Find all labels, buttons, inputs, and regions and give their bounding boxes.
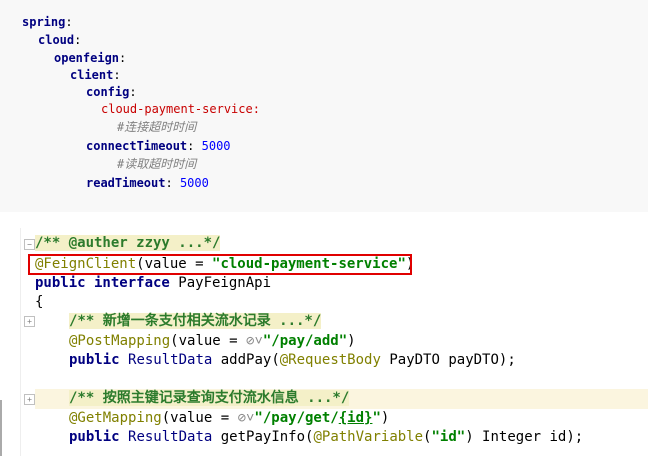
path-variable: {id} [338,410,373,426]
code-line: @PostMapping(value = ⊘˅"/pay/add") [69,332,356,352]
yaml-key: openfeign [54,51,120,65]
yaml-key: readTimeout [86,176,166,190]
yaml-sep: : [74,33,82,47]
string-literal: "id" [431,429,466,445]
yaml-key: config [86,85,130,99]
class-name: PayFeignApi [169,275,272,291]
doc-comment[interactable]: /** @auther zzyy ...*/ [35,235,221,251]
yaml-sep: : [165,176,173,190]
keyword: public [69,352,120,368]
code-text: (value = [161,410,238,426]
code-text: getPayInfo( [212,429,314,445]
code-text: PayDTO payDTO); [380,352,516,368]
window-edge [0,400,2,456]
yaml-key: connectTimeout [86,139,188,153]
doc-comment[interactable]: /** 新增一条支付相关流水记录 ...*/ [69,313,322,329]
annotation: @RequestBody [279,352,381,368]
fold-toggle-icon[interactable]: + [24,394,35,405]
keyword: public [69,429,120,445]
yaml-config-block: spring: cloud: openfeign: client: config… [0,0,648,212]
yaml-line: connectTimeout: 5000 [86,138,231,154]
yaml-line: spring: [22,14,73,30]
yaml-sep: : [113,68,121,82]
yaml-value: 5000 [194,139,231,153]
yaml-line: client: [70,67,121,83]
yaml-comment: #连接超时时间 [117,120,197,134]
doc-comment[interactable]: /** 按照主键记录查询支付流水信息 ...*/ [69,390,350,406]
code-line: public ResultData addPay(@RequestBody Pa… [69,351,516,371]
yaml-line: openfeign: [54,50,126,66]
code-text: ) [347,333,356,349]
type-name: ResultData [128,352,213,368]
keyword: public interface [35,275,170,291]
web-globe-icon[interactable]: ⊘˅ [238,410,255,426]
code-text: ) Integer id); [465,429,584,445]
yaml-service-key: cloud-payment-service: [101,102,260,116]
yaml-sep: : [129,85,137,99]
fold-toggle-icon[interactable]: + [24,316,35,327]
code-line: @GetMapping(value = ⊘˅"/pay/get/{id}") [69,409,389,429]
string-literal: " [372,410,381,426]
string-literal: "/pay/get/ [254,410,339,426]
string-literal: "/pay/add" [262,333,348,349]
code-text: ) [380,410,390,426]
code-line: public interface PayFeignApi [35,274,271,294]
annotation: @PostMapping [69,333,171,349]
web-globe-icon[interactable]: ⊘˅ [246,333,263,349]
yaml-sep: : [119,51,127,65]
brace: { [35,294,44,310]
code-line: { [35,293,43,313]
yaml-line: cloud: [38,32,81,48]
code-line: public ResultData getPayInfo(@PathVariab… [69,428,583,448]
code-text: addPay( [212,352,280,368]
yaml-key: spring [22,15,66,29]
yaml-value: 5000 [172,176,209,190]
yaml-key: cloud [38,33,75,47]
code-line: /** 新增一条支付相关流水记录 ...*/ [69,312,322,332]
code-line: /** @auther zzyy ...*/ [35,234,221,254]
yaml-comment: #读取超时时间 [117,157,197,171]
fold-toggle-icon[interactable]: − [24,239,35,250]
yaml-line: readTimeout: 5000 [86,175,209,191]
code-line: /** 按照主键记录查询支付流水信息 ...*/ [69,389,350,409]
annotation: @PathVariable [313,429,424,445]
yaml-sep: : [65,15,73,29]
code-text: (value = [170,333,247,349]
highlight-box [28,254,412,275]
annotation: @GetMapping [69,410,162,426]
yaml-line: config: [86,84,137,100]
yaml-key: client [70,68,114,82]
type-name: ResultData [128,429,213,445]
